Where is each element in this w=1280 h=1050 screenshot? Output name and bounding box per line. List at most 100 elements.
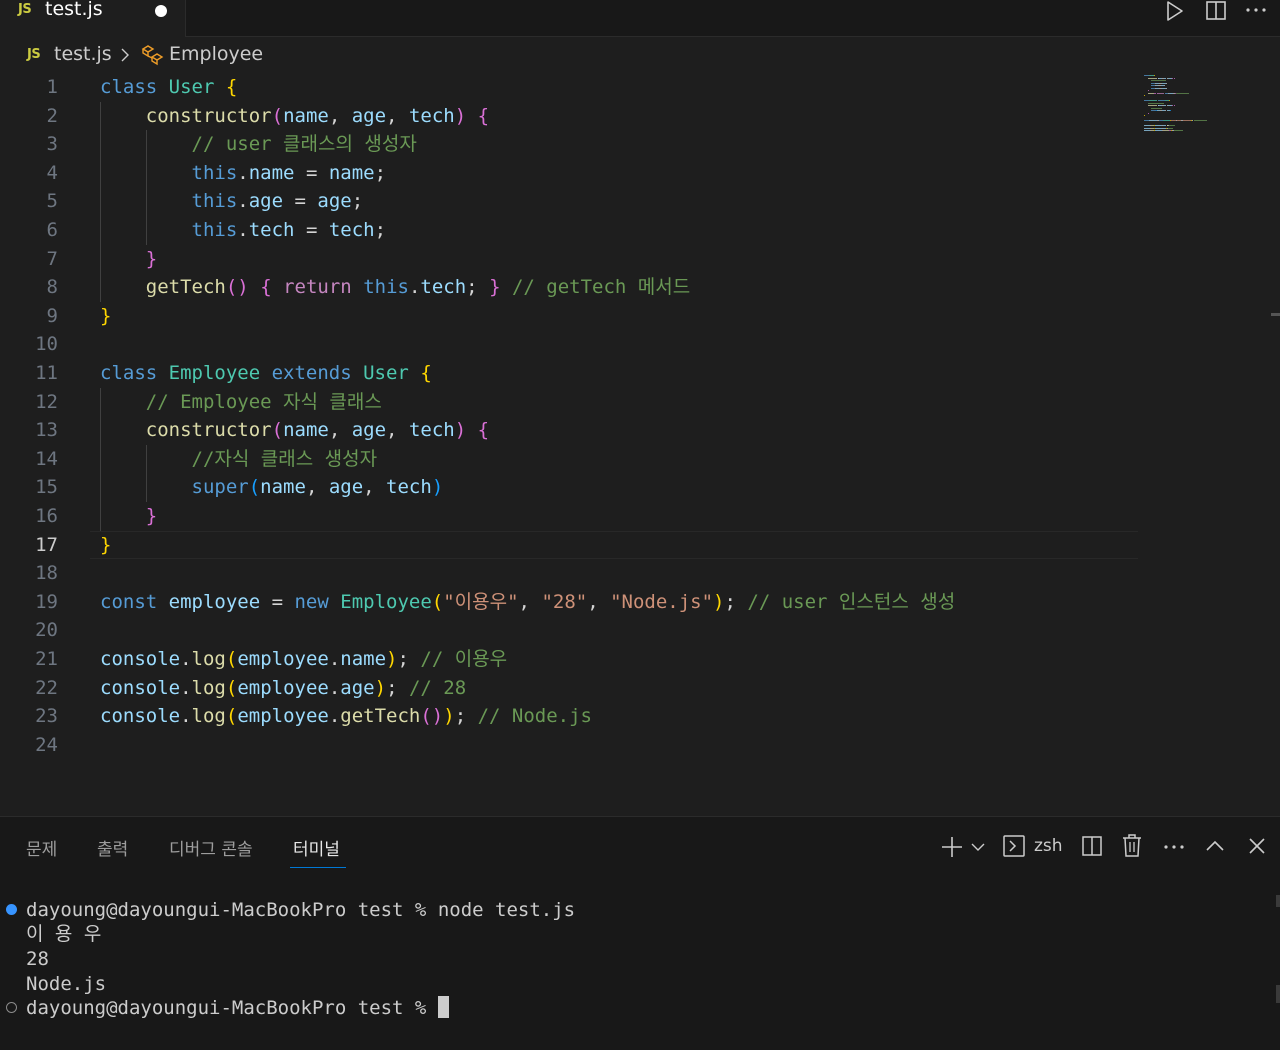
code-token: log xyxy=(191,676,226,699)
code-token: // Employee 자식 클래스 xyxy=(145,390,382,413)
code-line[interactable]: this.tech = tech; xyxy=(100,216,387,244)
code-line[interactable]: const employee = new Employee("이용우", "28… xyxy=(100,588,955,616)
editor-scrollbar[interactable] xyxy=(1271,313,1280,316)
code-token: const xyxy=(100,590,169,613)
code-token: Employee xyxy=(168,362,272,384)
code-token: ; xyxy=(351,190,364,213)
line-number: 13 xyxy=(35,419,58,442)
code-token: ( xyxy=(225,648,238,670)
tab-debug-console[interactable]: 디버그 콘솔 xyxy=(169,835,253,860)
code-token: ( xyxy=(271,419,284,442)
code-line[interactable]: class Employee extends User { xyxy=(100,359,432,387)
maximize-panel-icon[interactable] xyxy=(1204,836,1226,856)
code-token: } xyxy=(100,533,112,556)
more-actions-icon[interactable] xyxy=(1242,0,1270,24)
code-token: . xyxy=(180,705,192,728)
line-number: 3 xyxy=(46,133,58,156)
code-token: { xyxy=(225,76,238,98)
code-token: employee xyxy=(237,676,329,699)
code-token: getTech xyxy=(340,705,421,728)
new-terminal-icon[interactable] xyxy=(940,835,964,859)
code-line[interactable]: } xyxy=(100,302,111,330)
breadcrumb-symbol[interactable]: Employee xyxy=(169,43,263,65)
breadcrumb-file[interactable]: test.js xyxy=(54,43,112,65)
trash-icon[interactable] xyxy=(1120,833,1144,859)
code-token: // getTech 메서드 xyxy=(511,276,691,299)
minimap-line xyxy=(1165,82,1167,84)
code-line[interactable]: // user 클래스의 생성자 xyxy=(100,130,417,158)
code-line[interactable]: //자식 클래스 생성자 xyxy=(100,445,378,473)
more-actions-icon[interactable] xyxy=(1162,835,1186,855)
close-panel-icon[interactable] xyxy=(1246,836,1268,856)
terminal-prompt-line[interactable]: dayoung@dayoungui-MacBookPro test % xyxy=(26,996,449,1020)
code-line[interactable]: } xyxy=(100,531,111,559)
code-token: log xyxy=(191,705,226,728)
line-number: 2 xyxy=(46,104,58,127)
code-token: age xyxy=(340,676,375,699)
code-token: tech xyxy=(408,419,455,442)
code-token: name xyxy=(340,648,387,670)
minimap[interactable] xyxy=(1140,73,1270,153)
code-line[interactable]: console.log(employee.getTech()); // Node… xyxy=(100,702,592,730)
code-line[interactable]: class User { xyxy=(100,73,237,101)
code-token: () xyxy=(225,276,249,299)
tab-problems[interactable]: 문제 xyxy=(26,835,57,860)
code-token: } xyxy=(100,304,112,327)
code-token: , xyxy=(518,590,542,613)
line-number: 4 xyxy=(46,161,58,184)
command-pending-dot-icon[interactable] xyxy=(6,1002,17,1013)
minimap-line xyxy=(1169,100,1171,101)
code-line[interactable]: console.log(employee.name); // 이용우 xyxy=(100,645,507,673)
code-token: ( xyxy=(248,476,261,499)
terminal-icon[interactable] xyxy=(1002,834,1026,858)
terminal-scrollbar-thumb[interactable] xyxy=(1276,985,1280,1003)
code-token: ) xyxy=(713,590,725,613)
code-line[interactable]: constructor(name, age, tech) { xyxy=(100,416,489,444)
chevron-down-icon[interactable] xyxy=(970,839,986,855)
code-token: { xyxy=(477,419,490,442)
code-line[interactable]: // Employee 자식 클래스 xyxy=(100,388,382,416)
editor-tab-test-js[interactable]: JS test.js xyxy=(0,0,186,37)
code-line[interactable]: console.log(employee.age); // 28 xyxy=(100,674,466,702)
terminal-scrollbar[interactable] xyxy=(1276,895,1280,907)
split-terminal-icon[interactable] xyxy=(1080,834,1104,858)
tab-output[interactable]: 출력 xyxy=(97,835,128,860)
editor-tab-bar: JS test.js xyxy=(0,0,1280,37)
line-number: 17 xyxy=(35,533,58,556)
line-number: 19 xyxy=(35,590,58,613)
tab-terminal[interactable]: 터미널 xyxy=(293,835,340,860)
terminal-command-line: dayoung@dayoungui-MacBookPro test % node… xyxy=(26,898,575,922)
split-editor-icon[interactable] xyxy=(1202,0,1230,24)
unsaved-dot-icon[interactable] xyxy=(155,5,167,17)
code-token: new xyxy=(294,590,341,613)
code-line[interactable]: this.name = name; xyxy=(100,159,387,187)
line-number: 14 xyxy=(35,447,58,470)
code-token: // 28 xyxy=(408,676,467,699)
code-line[interactable]: this.age = age; xyxy=(100,187,364,215)
command-success-dot-icon[interactable] xyxy=(6,904,17,915)
current-line-highlight xyxy=(90,530,1138,559)
code-token: , xyxy=(328,419,352,442)
code-token: name xyxy=(283,419,329,442)
code-token: ) xyxy=(454,419,467,442)
code-line[interactable]: constructor(name, age, tech) { xyxy=(100,102,489,130)
code-line[interactable]: } xyxy=(100,502,157,530)
code-token: ; xyxy=(374,161,387,184)
minimap-line xyxy=(1193,120,1207,121)
code-token: getTech xyxy=(145,276,226,299)
run-icon[interactable] xyxy=(1160,0,1188,24)
code-line[interactable]: super(name, age, tech) xyxy=(100,473,444,501)
terminal-shell-name[interactable]: zsh xyxy=(1034,836,1063,856)
minimap-line xyxy=(1176,92,1189,94)
minimap-line xyxy=(1163,85,1165,86)
minimap-line xyxy=(1147,102,1164,104)
code-editor[interactable]: 1 2 3 4 5 6 7 8 9 10 11 12 13 14 15 16 17 18 19 20 21 22 23 24 … xyxy=(0,73,1280,813)
code-line[interactable]: getTech() { return this.tech; } // getTe… xyxy=(100,273,690,301)
bottom-panel: 문제 출력 디버그 콘솔 터미널 zsh dayoung@dayoungui-M… xyxy=(0,816,1280,1050)
code-line[interactable]: } xyxy=(100,245,157,273)
